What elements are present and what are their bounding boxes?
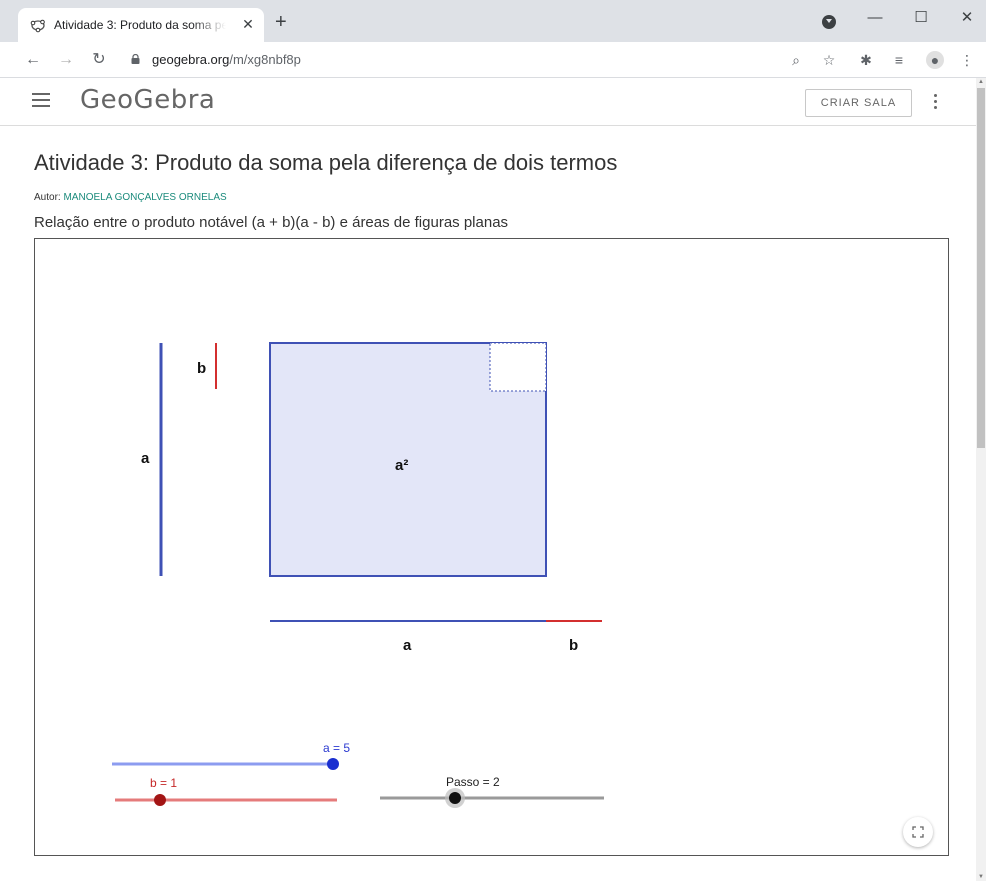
- label-area: a²: [395, 457, 408, 474]
- slider-b-handle[interactable]: [154, 794, 166, 806]
- extensions-icon[interactable]: ✱: [857, 51, 875, 69]
- browser-menu-icon[interactable]: ⋮: [958, 51, 976, 69]
- minimize-icon[interactable]: —: [860, 4, 890, 32]
- zoom-icon[interactable]: ⌕: [787, 51, 805, 69]
- url-domain: geogebra.org: [152, 52, 230, 67]
- scroll-up-icon[interactable]: ▲: [976, 78, 986, 86]
- slider-a-label: a = 5: [323, 741, 350, 755]
- label-b-bottom: b: [569, 637, 578, 654]
- profile-icon[interactable]: ●: [926, 51, 944, 69]
- browser-tab-title: Atividade 3: Produto da soma pela difere…: [54, 18, 226, 32]
- browser-tab[interactable]: Atividade 3: Produto da soma pela difere…: [18, 8, 264, 42]
- activity-description: Relação entre o produto notável (a + b)(…: [34, 214, 509, 231]
- label-a-left: a: [141, 450, 150, 467]
- maximize-icon[interactable]: ☐: [906, 4, 936, 32]
- url-path: /m/xg8nbf8p: [229, 52, 301, 67]
- address-bar[interactable]: geogebra.org/m/xg8nbf8p: [152, 52, 301, 67]
- window-close-icon[interactable]: ✕: [952, 4, 982, 32]
- page-content: GeoGebra CRIAR SALA Atividade 3: Produto…: [0, 78, 976, 881]
- back-icon[interactable]: ←: [22, 49, 44, 71]
- tab-close-icon[interactable]: ✕: [240, 16, 256, 32]
- fullscreen-icon: [912, 826, 924, 838]
- geogebra-logo[interactable]: GeoGebra: [80, 85, 215, 115]
- author-line: Autor: MANOELA GONÇALVES ORNELAS: [34, 192, 227, 203]
- slider-b-label: b = 1: [150, 776, 177, 790]
- applet-canvas[interactable]: b a a² a b a = 5 b = 1 Passo = 2: [35, 239, 948, 855]
- forward-icon[interactable]: →: [55, 49, 77, 71]
- label-a-bottom: a: [403, 637, 412, 654]
- criar-sala-button[interactable]: CRIAR SALA: [805, 89, 912, 117]
- label-b-top: b: [197, 360, 206, 377]
- geogebra-header: GeoGebra CRIAR SALA: [0, 78, 976, 126]
- geogebra-applet[interactable]: b a a² a b a = 5 b = 1 Passo = 2: [34, 238, 949, 856]
- fullscreen-button[interactable]: [903, 817, 933, 847]
- slider-passo-handle[interactable]: [449, 792, 461, 804]
- hamburger-menu-icon[interactable]: [32, 93, 50, 107]
- bookmark-star-icon[interactable]: ☆: [820, 51, 838, 69]
- browser-tab-strip: Atividade 3: Produto da soma pela difere…: [0, 0, 986, 42]
- scrollbar-thumb[interactable]: [977, 88, 985, 448]
- slider-passo-label: Passo = 2: [446, 775, 500, 789]
- page-scrollbar[interactable]: ▲ ▼: [976, 78, 986, 881]
- media-queue-icon[interactable]: ≡: [890, 51, 908, 69]
- browser-toolbar: ← → ↻ geogebra.org/m/xg8nbf8p ⌕ ☆ ✱ ≡ ● …: [0, 42, 986, 78]
- author-link[interactable]: MANOELA GONÇALVES ORNELAS: [63, 192, 226, 203]
- lock-icon: [131, 54, 140, 64]
- author-label: Autor:: [34, 192, 61, 203]
- tab-search-icon[interactable]: [822, 15, 836, 29]
- new-tab-icon[interactable]: +: [275, 12, 287, 32]
- page-title: Atividade 3: Produto da soma pela difere…: [34, 150, 618, 175]
- removed-square-b: [490, 343, 546, 391]
- scroll-down-icon[interactable]: ▼: [976, 873, 986, 881]
- reload-icon[interactable]: ↻: [88, 49, 110, 71]
- geogebra-favicon-icon: [30, 19, 45, 33]
- more-options-icon[interactable]: [934, 94, 938, 110]
- slider-a-handle[interactable]: [327, 758, 339, 770]
